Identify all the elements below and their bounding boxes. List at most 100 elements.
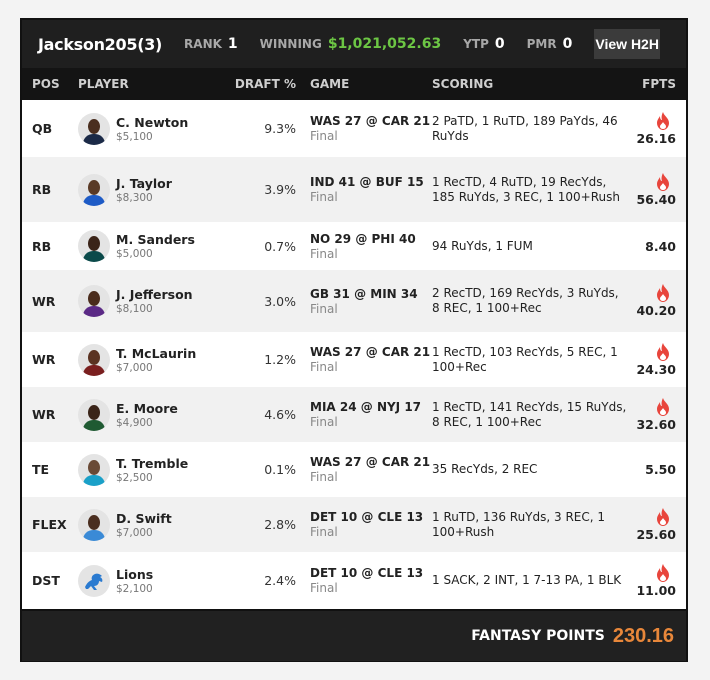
draft-percent: 4.6% — [264, 407, 296, 422]
player-name[interactable]: J. Taylor — [116, 176, 172, 191]
game-score: WAS 27 @ CAR 21 — [310, 455, 432, 469]
draft-percent: 3.9% — [264, 182, 296, 197]
game-cell: WAS 27 @ CAR 21 Final — [296, 345, 432, 374]
scoring-breakdown: 1 RecTD, 141 RecYds, 15 RuYds, 8 REC, 1 … — [432, 399, 627, 429]
home-team-score: PHI 40 — [371, 231, 416, 246]
game-cell: DET 10 @ CLE 13 Final — [296, 566, 432, 595]
at-symbol: @ — [354, 286, 367, 301]
table-row[interactable]: RB M. Sanders $5,000 0.7% NO 29 @ PHI 40… — [22, 222, 686, 270]
game-status: Final — [310, 190, 338, 204]
player-name[interactable]: T. McLaurin — [116, 346, 196, 361]
away-team-score: WAS 27 — [310, 114, 362, 128]
away-team-score: MIA 24 — [310, 400, 357, 414]
rank-stat: RANK 1 — [184, 36, 238, 52]
col-fpts[interactable]: FPTS — [628, 77, 686, 91]
scoring-breakdown: 1 RecTD, 4 RuTD, 19 RecYds, 185 RuYds, 3… — [432, 174, 620, 204]
player-avatar — [78, 112, 110, 145]
player-cell[interactable]: M. Sanders $5,000 — [78, 230, 226, 262]
player-cell[interactable]: T. Tremble $2,500 — [78, 453, 226, 486]
fpts-cell: 40.20 — [628, 284, 686, 318]
player-cell[interactable]: T. McLaurin $7,000 — [78, 343, 226, 376]
home-team-score: CLE 13 — [377, 510, 424, 524]
fpts-value: 32.60 — [636, 416, 676, 432]
player-salary: $2,500 — [116, 471, 153, 484]
game-cell: WAS 27 @ CAR 21 Final — [296, 455, 432, 484]
player-name[interactable]: D. Swift — [116, 511, 172, 526]
game-status: Final — [310, 301, 338, 316]
home-team-score: NYJ 17 — [376, 400, 422, 414]
col-scoring[interactable]: SCORING — [432, 77, 628, 91]
pmr-value: 0 — [562, 36, 573, 52]
table-row[interactable]: DST Lions $2,100 2.4% DET 10 @ CLE 13 Fi… — [22, 552, 686, 609]
lineup-panel: Jackson205(3) RANK 1 WINNING $1,021,052.… — [20, 18, 688, 662]
game-score: WAS 27 @ CAR 21 — [310, 345, 432, 359]
view-h2h-button[interactable]: View H2H — [594, 29, 660, 59]
winning-stat: WINNING $1,021,052.63 — [260, 36, 442, 52]
home-team-score: CAR 21 — [381, 345, 431, 359]
player-cell[interactable]: E. Moore $4,900 — [78, 398, 226, 431]
away-team-score: WAS 27 — [310, 345, 362, 359]
game-cell: GB 31 @ MIN 34 Final — [296, 287, 432, 316]
lineup-table: QB C. Newton $5,100 9.3% WAS 27 @ CAR 21… — [22, 100, 686, 609]
fantasy-points-footer: FANTASY POINTS 230.16 — [22, 609, 686, 661]
player-avatar — [78, 230, 110, 262]
draft-percent: 2.4% — [264, 573, 296, 588]
fpts-value: 40.20 — [636, 303, 676, 318]
player-cell[interactable]: Lions $2,100 — [78, 564, 226, 597]
at-symbol: @ — [360, 400, 373, 414]
position: DST — [32, 573, 60, 588]
player-name[interactable]: J. Jefferson — [116, 287, 193, 302]
table-row[interactable]: FLEX D. Swift $7,000 2.8% DET 10 @ CLE 1… — [22, 497, 686, 552]
col-pos[interactable]: POS — [22, 77, 78, 91]
home-team-score: CAR 21 — [381, 455, 431, 469]
player-salary: $7,000 — [116, 361, 153, 374]
scoring-breakdown: 1 RuTD, 136 RuYds, 3 REC, 1 100+Rush — [432, 509, 606, 539]
col-player[interactable]: PLAYER — [78, 77, 226, 91]
fpts-cell: 24.30 — [628, 342, 686, 377]
table-row[interactable]: TE T. Tremble $2,500 0.1% WAS 27 @ CAR 2… — [22, 442, 686, 497]
scoring-breakdown: 1 RecTD, 103 RecYds, 5 REC, 1 100+Rec — [432, 344, 618, 374]
table-row[interactable]: WR J. Jefferson $8,100 3.0% GB 31 @ MIN … — [22, 270, 686, 332]
player-name[interactable]: Lions — [116, 567, 153, 582]
ytp-value: 0 — [494, 36, 505, 52]
player-name[interactable]: T. Tremble — [116, 456, 188, 471]
away-team-score: GB 31 — [310, 286, 350, 301]
player-cell[interactable]: J. Taylor $8,300 — [78, 173, 226, 206]
fpts-value: 26.16 — [636, 130, 676, 146]
game-score: WAS 27 @ CAR 21 — [310, 114, 432, 128]
home-team-score: CAR 21 — [381, 114, 431, 128]
table-row[interactable]: WR E. Moore $4,900 4.6% MIA 24 @ NYJ 17 … — [22, 387, 686, 442]
player-avatar — [78, 453, 110, 486]
fpts-value: 25.60 — [636, 526, 676, 542]
fantasy-points-label: FANTASY POINTS — [471, 628, 605, 644]
player-name[interactable]: M. Sanders — [116, 232, 195, 247]
col-draft-pct[interactable]: DRAFT % — [226, 77, 296, 91]
away-team-score: DET 10 — [310, 566, 358, 580]
flame-icon — [657, 342, 669, 361]
player-cell[interactable]: C. Newton $5,100 — [78, 112, 226, 145]
position: FLEX — [32, 517, 67, 532]
game-status: Final — [310, 360, 338, 374]
player-cell[interactable]: D. Swift $7,000 — [78, 508, 226, 541]
fpts-cell: 26.16 — [628, 111, 686, 146]
fpts-cell: 8.40 — [628, 239, 686, 254]
player-salary: $7,000 — [116, 526, 153, 539]
player-name[interactable]: C. Newton — [116, 115, 188, 130]
player-cell[interactable]: J. Jefferson $8,100 — [78, 285, 226, 317]
position: WR — [32, 407, 56, 422]
at-symbol: @ — [359, 175, 372, 189]
game-cell: NO 29 @ PHI 40 Final — [296, 232, 432, 261]
player-avatar — [78, 173, 110, 206]
ytp-stat: YTP 0 — [463, 36, 504, 52]
ytp-label: YTP — [463, 37, 489, 51]
player-name[interactable]: E. Moore — [116, 401, 178, 416]
table-row[interactable]: QB C. Newton $5,100 9.3% WAS 27 @ CAR 21… — [22, 100, 686, 157]
table-row[interactable]: RB J. Taylor $8,300 3.9% IND 41 @ BUF 15… — [22, 157, 686, 222]
player-salary: $8,300 — [116, 191, 153, 204]
table-row[interactable]: WR T. McLaurin $7,000 1.2% WAS 27 @ CAR … — [22, 332, 686, 387]
flame-icon — [657, 507, 669, 526]
col-game[interactable]: GAME — [296, 77, 432, 91]
flame-icon — [657, 172, 669, 191]
away-team-score: IND 41 — [310, 175, 356, 189]
away-team-score: NO 29 — [310, 231, 352, 246]
